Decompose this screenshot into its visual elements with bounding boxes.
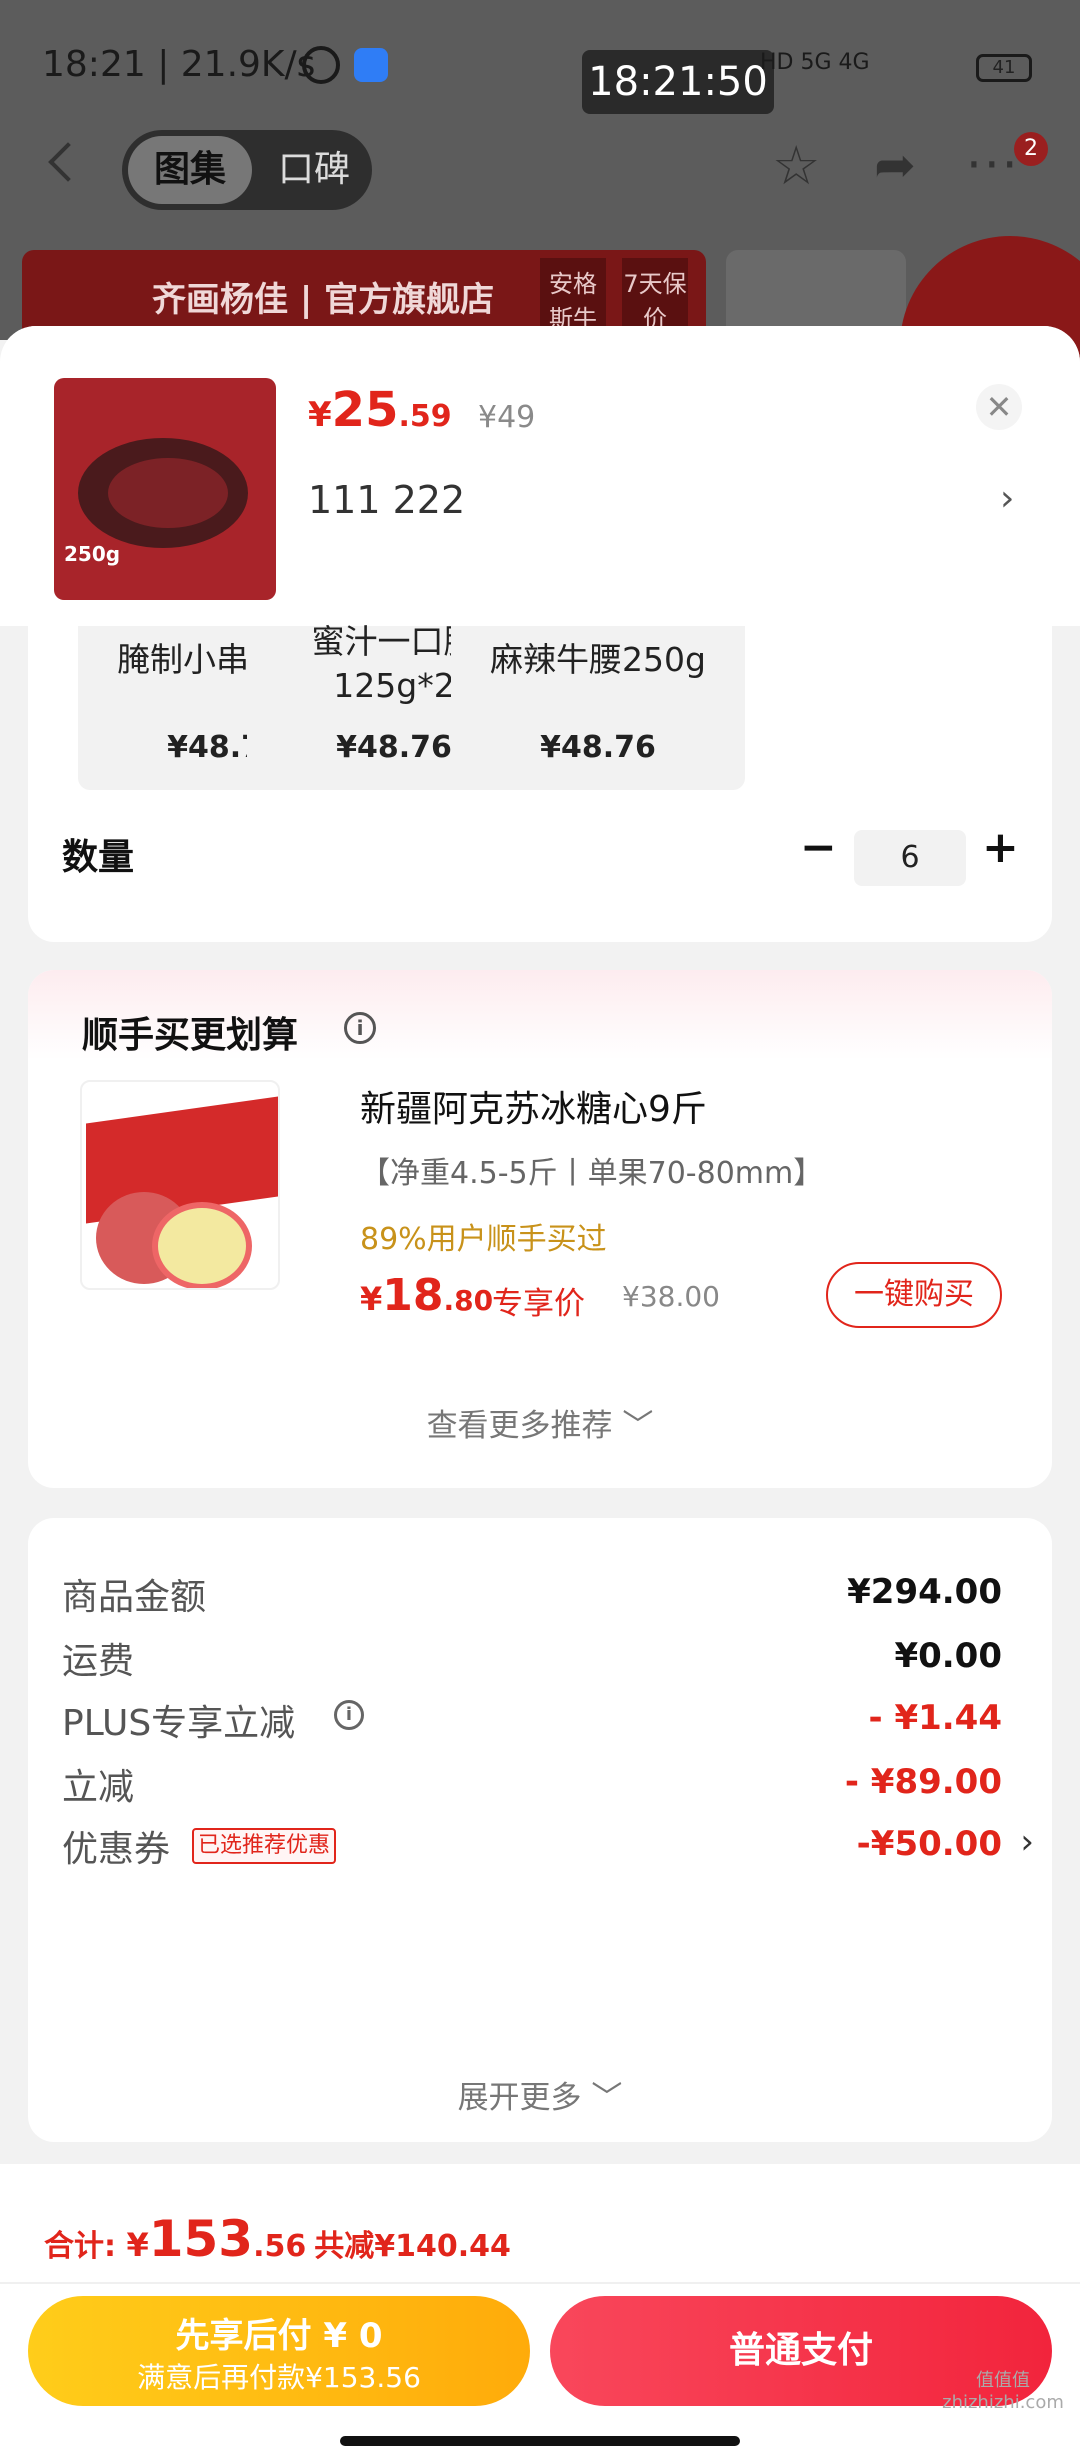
store-name: 齐画杨佳 | 官方旗舰店 bbox=[152, 280, 495, 320]
summary-row-plus-discount: PLUS专享立减 i - ¥1.44 bbox=[62, 1698, 1002, 1744]
divider bbox=[0, 2282, 1080, 2284]
option-price: ¥48.76 bbox=[540, 730, 656, 765]
view-more-recommendations[interactable]: 查看更多推荐 ﹀ bbox=[28, 1400, 1052, 1445]
summary-row-shipping: 运费 ¥0.00 bbox=[62, 1636, 1002, 1682]
notification-badge: 2 bbox=[1014, 132, 1048, 166]
one-click-buy-button[interactable]: 一键购买 bbox=[826, 1262, 1002, 1328]
more-icon[interactable]: ··· bbox=[966, 136, 1020, 194]
product-thumbnail: 250g bbox=[54, 378, 276, 600]
favorite-icon[interactable]: ☆ bbox=[772, 134, 820, 197]
quantity-input[interactable]: 6 bbox=[854, 830, 966, 886]
chevron-right-icon[interactable]: › bbox=[1020, 1822, 1034, 1862]
selected-sku[interactable]: 111 222 bbox=[308, 478, 465, 522]
top-nav: 图集 口碑 ☆ ➦ ··· 2 bbox=[0, 120, 1080, 220]
buy-now-pay-later-button[interactable]: 先享后付 ¥ 0 满意后再付款¥153.56 bbox=[28, 2296, 530, 2406]
recommended-product-spec: 【净重4.5-5斤丨单果70-80mm】 bbox=[360, 1156, 824, 1191]
summary-row-instant-discount: 立减 - ¥89.00 bbox=[62, 1762, 1002, 1808]
options-panel: 腌制小串200g ¥48.76 蜜汁一口肠 125g*2 ¥48.76 麻辣牛腰… bbox=[28, 622, 1052, 942]
battery-icon: 41 bbox=[976, 54, 1032, 82]
status-time: 18:21 | 21.9K/s bbox=[42, 44, 316, 85]
summary-row-subtotal: 商品金额 ¥294.00 bbox=[62, 1572, 1002, 1618]
watermark: 值值值 zhizhizhi.com bbox=[942, 2370, 1064, 2413]
clock-chip: 18:21:50 bbox=[582, 50, 774, 114]
product-original-price: ¥49 bbox=[478, 400, 536, 435]
back-icon[interactable] bbox=[48, 142, 88, 182]
recommended-product-name[interactable]: 新疆阿克苏冰糖心9斤 bbox=[360, 1080, 707, 1132]
share-icon[interactable]: ➦ bbox=[874, 136, 916, 194]
thumb-weight: 250g bbox=[64, 542, 121, 566]
close-button[interactable]: ✕ bbox=[976, 384, 1022, 430]
quantity-decrease-button[interactable]: − bbox=[800, 822, 837, 873]
option-name: 麻辣牛腰250g bbox=[490, 640, 706, 679]
tab-gallery[interactable]: 图集 bbox=[128, 136, 252, 204]
expand-more[interactable]: 展开更多 ﹀ bbox=[28, 2072, 1052, 2117]
exclusive-price-label: 专享价 bbox=[492, 1286, 585, 1322]
app-notification-icon bbox=[354, 48, 388, 82]
product-price: ¥25.59 bbox=[308, 382, 452, 438]
tab-reviews[interactable]: 口碑 bbox=[262, 136, 366, 204]
recommendation-title: 顺手买更划算 bbox=[82, 1015, 299, 1056]
recommendation-card: 顺手买更划算 i 新疆阿克苏冰糖心9斤 【净重4.5-5斤丨单果70-80mm】… bbox=[28, 970, 1052, 1488]
recommended-price: ¥18.80 bbox=[360, 1270, 494, 1321]
signal-icon: HD 5G 4G bbox=[760, 50, 870, 75]
quantity-increase-button[interactable]: + bbox=[982, 822, 1019, 873]
price-summary: 商品金额 ¥294.00 运费 ¥0.00 PLUS专享立减 i - ¥1.44… bbox=[28, 1518, 1052, 2142]
total-savings: 共减¥140.44 bbox=[314, 2229, 511, 2264]
recommended-product-image[interactable] bbox=[80, 1080, 280, 1290]
recommended-original-price: ¥38.00 bbox=[622, 1280, 720, 1313]
info-icon[interactable]: i bbox=[334, 1700, 364, 1730]
chevron-right-icon[interactable]: › bbox=[1000, 478, 1014, 519]
summary-row-coupon[interactable]: 优惠券 已选推荐优惠 -¥50.00 › bbox=[28, 1820, 1052, 1890]
coupon-tag: 已选推荐优惠 bbox=[192, 1828, 337, 1864]
total-amount: 合计: ¥153.56 共减¥140.44 bbox=[44, 2210, 511, 2268]
info-icon[interactable]: i bbox=[344, 1012, 376, 1044]
tab-switcher: 图集 口碑 bbox=[122, 130, 372, 210]
alarm-icon bbox=[302, 46, 340, 84]
option-card[interactable]: 麻辣牛腰250g ¥48.76 bbox=[451, 626, 745, 790]
home-indicator[interactable] bbox=[340, 2436, 740, 2446]
quantity-label: 数量 bbox=[62, 837, 135, 878]
status-bar: 18:21 | 21.9K/s 18:21:50 HD 5G 4G 41 bbox=[0, 0, 1080, 130]
recommended-bought-rate: 89%用户顺手买过 bbox=[360, 1222, 607, 1257]
checkout-footer: 合计: ¥153.56 共减¥140.44 先享后付 ¥ 0 满意后再付款¥153… bbox=[0, 2164, 1080, 2460]
